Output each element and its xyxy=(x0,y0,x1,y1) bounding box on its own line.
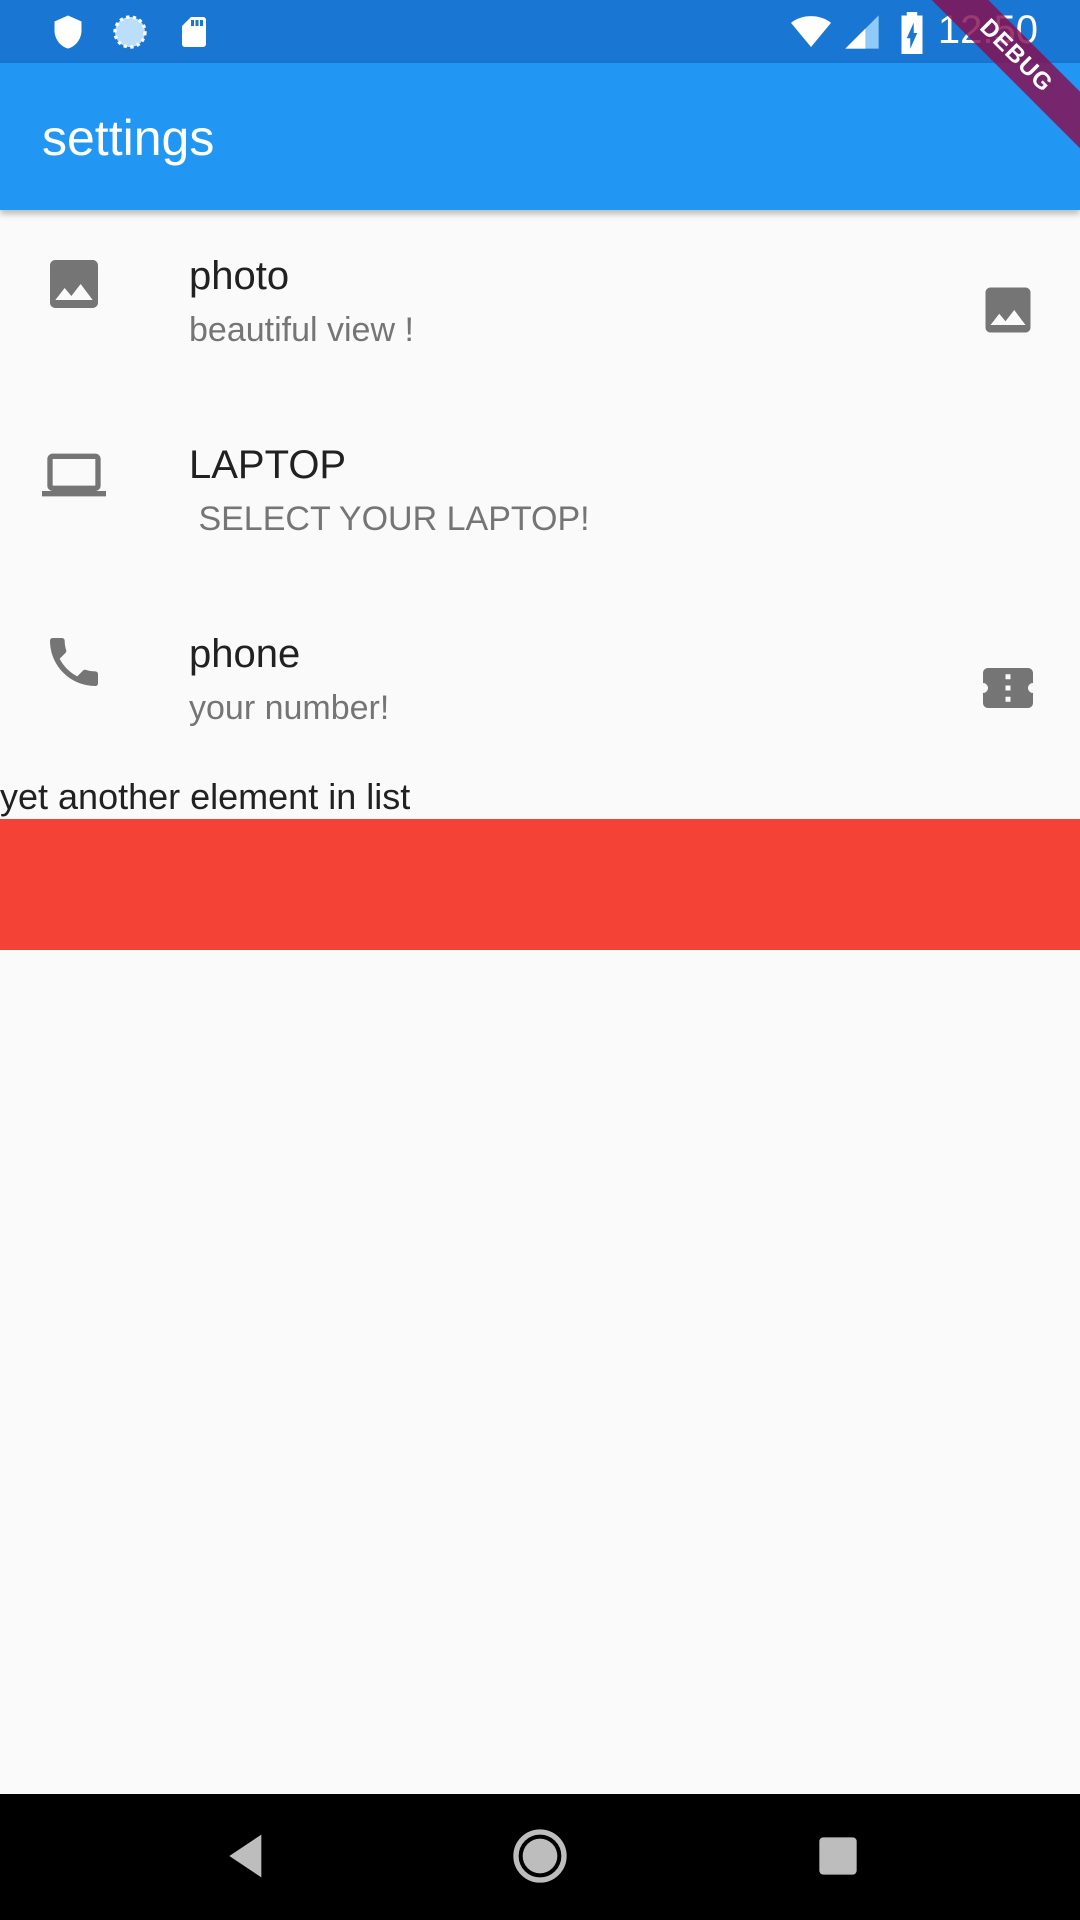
extra-list-text: yet another element in list xyxy=(0,776,411,817)
phone-icon xyxy=(42,630,106,694)
status-bar: 12:50 xyxy=(0,0,1080,63)
signal-icon xyxy=(842,12,882,57)
home-icon[interactable] xyxy=(508,1824,572,1893)
battery-charging-icon xyxy=(898,12,926,59)
app-screen: 12:50 settings DEBUG photo beautiful vie… xyxy=(0,0,1080,1920)
sync-icon xyxy=(110,12,150,57)
list-item-phone[interactable]: phone your number! xyxy=(0,588,1080,777)
wifi-icon xyxy=(788,12,834,57)
recents-icon[interactable] xyxy=(806,1824,870,1893)
page-title: settings xyxy=(42,110,215,166)
list-item-title: phone xyxy=(189,632,301,676)
list-item-subtitle: beautiful view ! xyxy=(189,311,414,349)
ticket-icon[interactable] xyxy=(978,658,1038,718)
app-bar: settings xyxy=(0,63,1080,210)
navigation-bar xyxy=(0,1794,1080,1920)
sd-card-icon xyxy=(176,12,212,57)
shield-icon xyxy=(50,12,86,57)
red-container xyxy=(0,819,1080,950)
list-item-photo[interactable]: photo beautiful view ! xyxy=(0,210,1080,399)
laptop-icon xyxy=(42,443,106,507)
back-icon[interactable] xyxy=(216,1824,280,1893)
list-item-subtitle: SELECT YOUR LAPTOP! xyxy=(189,500,590,538)
list-item-laptop[interactable]: LAPTOP SELECT YOUR LAPTOP! xyxy=(0,399,1080,588)
image-icon[interactable] xyxy=(978,280,1038,340)
list-item-title: LAPTOP xyxy=(189,443,347,487)
image-icon xyxy=(42,252,106,316)
status-time: 12:50 xyxy=(937,8,1038,52)
list-item-title: photo xyxy=(189,254,290,298)
list-item-subtitle: your number! xyxy=(189,689,390,727)
